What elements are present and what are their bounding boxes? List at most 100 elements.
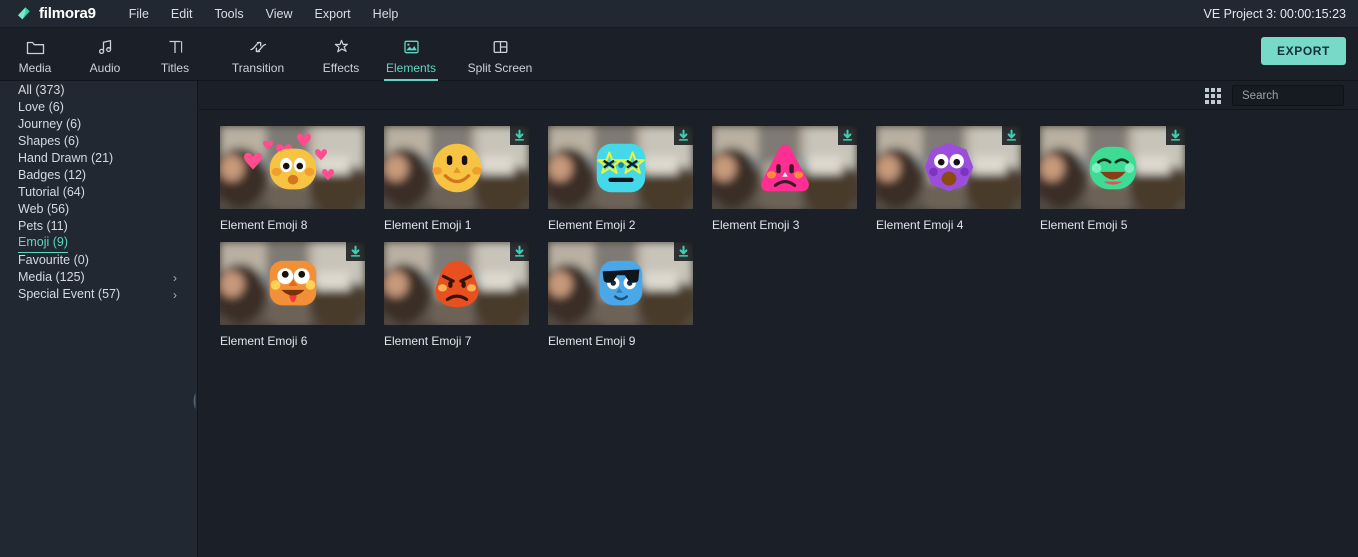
tab-split-screen-label: Split Screen: [467, 61, 533, 75]
emoji-laughing-icon: [1082, 137, 1144, 199]
sidebar-item-hand-drawn-21[interactable]: Hand Drawn (21): [0, 150, 197, 167]
menu-item-help[interactable]: Help: [362, 4, 410, 24]
element-thumbnail[interactable]: [876, 126, 1021, 209]
tab-transition[interactable]: Transition: [210, 28, 306, 81]
element-thumbnail[interactable]: [384, 242, 529, 325]
element-label: Element Emoji 2: [548, 218, 636, 232]
tab-media-label: Media: [18, 61, 52, 75]
filmora-diamond-icon: [16, 6, 32, 22]
chevron-right-icon[interactable]: ›: [173, 272, 177, 284]
element-card[interactable]: Element Emoji 8: [220, 126, 384, 232]
menu-item-export[interactable]: Export: [304, 4, 362, 24]
panel-collapse-handle[interactable]: [190, 391, 197, 411]
elements-grid: Element Emoji 8 Element Emoji 1 Element …: [199, 110, 1358, 358]
split-screen-icon: [491, 36, 510, 58]
image-icon: [402, 36, 421, 58]
tab-audio[interactable]: Audio: [70, 28, 140, 81]
search-input[interactable]: [1233, 89, 1358, 102]
element-thumbnail[interactable]: [220, 242, 365, 325]
download-icon[interactable]: [510, 242, 529, 261]
menu-item-tools[interactable]: Tools: [203, 4, 254, 24]
category-list: All (373) Love (6) Journey (6) Shapes (6) Ha…: [0, 82, 197, 303]
emoji-smile-icon: [426, 137, 488, 199]
brand-name: filmora9: [39, 5, 96, 22]
sidebar-item-label: Tutorial (64): [18, 185, 85, 199]
sidebar-item-pets-11[interactable]: Pets (11): [0, 218, 197, 235]
element-thumbnail[interactable]: [1040, 126, 1185, 209]
tab-elements[interactable]: Elements: [376, 28, 446, 81]
download-icon[interactable]: [510, 126, 529, 145]
element-card[interactable]: Element Emoji 3: [712, 126, 876, 232]
sidebar-item-emoji-9[interactable]: Emoji (9): [0, 234, 197, 253]
filmora-window: filmora9 File Edit Tools View Export Hel…: [0, 0, 1358, 557]
emoji-tongue-out-icon: [262, 253, 324, 315]
tab-audio-label: Audio: [89, 61, 121, 75]
chevron-right-icon[interactable]: ›: [173, 289, 177, 301]
sidebar-item-label: Emoji (9): [18, 234, 69, 253]
element-label: Element Emoji 4: [876, 218, 964, 232]
sidebar-item-media-125[interactable]: Media (125) ›: [0, 269, 197, 286]
library-header: [199, 81, 1358, 110]
download-icon[interactable]: [674, 126, 693, 145]
emoji-blush-hearts-icon: [262, 137, 324, 199]
sidebar-item-label: Web (56): [18, 202, 70, 216]
sidebar-item-badges-12[interactable]: Badges (12): [0, 167, 197, 184]
element-card[interactable]: Element Emoji 5: [1040, 126, 1204, 232]
sidebar-item-label: Pets (11): [18, 219, 68, 233]
sidebar-item-shapes-6[interactable]: Shapes (6): [0, 133, 197, 150]
music-note-icon: [96, 36, 115, 58]
tab-effects[interactable]: Effects: [306, 28, 376, 81]
menu-bar: filmora9 File Edit Tools View Export Hel…: [0, 0, 1358, 28]
menu-item-edit[interactable]: Edit: [160, 4, 204, 24]
element-thumbnail[interactable]: [712, 126, 857, 209]
sidebar-item-tutorial-64[interactable]: Tutorial (64): [0, 184, 197, 201]
sparkle-icon: [332, 36, 351, 58]
sidebar-item-label: Shapes (6): [18, 134, 80, 148]
tab-titles[interactable]: Titles: [140, 28, 210, 81]
menu-item-view[interactable]: View: [255, 4, 304, 24]
sidebar-item-label: Journey (6): [18, 117, 82, 131]
element-label: Element Emoji 9: [548, 334, 636, 348]
element-thumbnail[interactable]: [384, 126, 529, 209]
tab-elements-label: Elements: [385, 61, 437, 75]
grid-view-icon[interactable]: [1203, 86, 1223, 106]
export-button[interactable]: EXPORT: [1261, 37, 1346, 66]
sidebar-item-web-56[interactable]: Web (56): [0, 201, 197, 218]
element-label: Element Emoji 3: [712, 218, 800, 232]
element-thumbnail[interactable]: [220, 126, 365, 209]
tab-split-screen[interactable]: Split Screen: [446, 28, 554, 81]
download-icon[interactable]: [346, 242, 365, 261]
emoji-star-eyes-icon: [590, 137, 652, 199]
toolbar-tabs: Media Audio Titles Transition Effects El…: [0, 28, 1358, 81]
category-sidebar: All (373) Love (6) Journey (6) Shapes (6) Ha…: [0, 81, 198, 557]
download-icon[interactable]: [1002, 126, 1021, 145]
element-card[interactable]: Element Emoji 1: [384, 126, 548, 232]
download-icon[interactable]: [838, 126, 857, 145]
sidebar-item-special-event-57[interactable]: Special Event (57) ›: [0, 286, 197, 303]
sidebar-item-journey-6[interactable]: Journey (6): [0, 116, 197, 133]
element-card[interactable]: Element Emoji 7: [384, 242, 548, 348]
download-icon[interactable]: [1166, 126, 1185, 145]
element-card[interactable]: Element Emoji 4: [876, 126, 1040, 232]
search-box[interactable]: [1232, 85, 1358, 106]
sidebar-item-love-6[interactable]: Love (6): [0, 99, 197, 116]
download-icon[interactable]: [674, 242, 693, 261]
emoji-angry-icon: [426, 253, 488, 315]
menu-item-file[interactable]: File: [118, 4, 160, 24]
emoji-shocked-icon: [918, 137, 980, 199]
project-title: VE Project 3: 00:00:15:23: [1203, 6, 1346, 21]
element-card[interactable]: Element Emoji 6: [220, 242, 384, 348]
element-thumbnail[interactable]: [548, 242, 693, 325]
element-card[interactable]: Element Emoji 2: [548, 126, 712, 232]
sidebar-item-favourite-0[interactable]: Favourite (0): [0, 252, 197, 269]
element-label: Element Emoji 1: [384, 218, 472, 232]
transition-icon: [248, 36, 269, 58]
element-label: Element Emoji 5: [1040, 218, 1128, 232]
tab-media[interactable]: Media: [0, 28, 70, 81]
app-logo: filmora9: [16, 5, 96, 22]
tab-titles-label: Titles: [160, 61, 190, 75]
sidebar-item-label: Special Event (57): [18, 287, 121, 301]
element-thumbnail[interactable]: [548, 126, 693, 209]
sidebar-item-all-373[interactable]: All (373): [0, 82, 197, 99]
element-card[interactable]: Element Emoji 9: [548, 242, 712, 348]
